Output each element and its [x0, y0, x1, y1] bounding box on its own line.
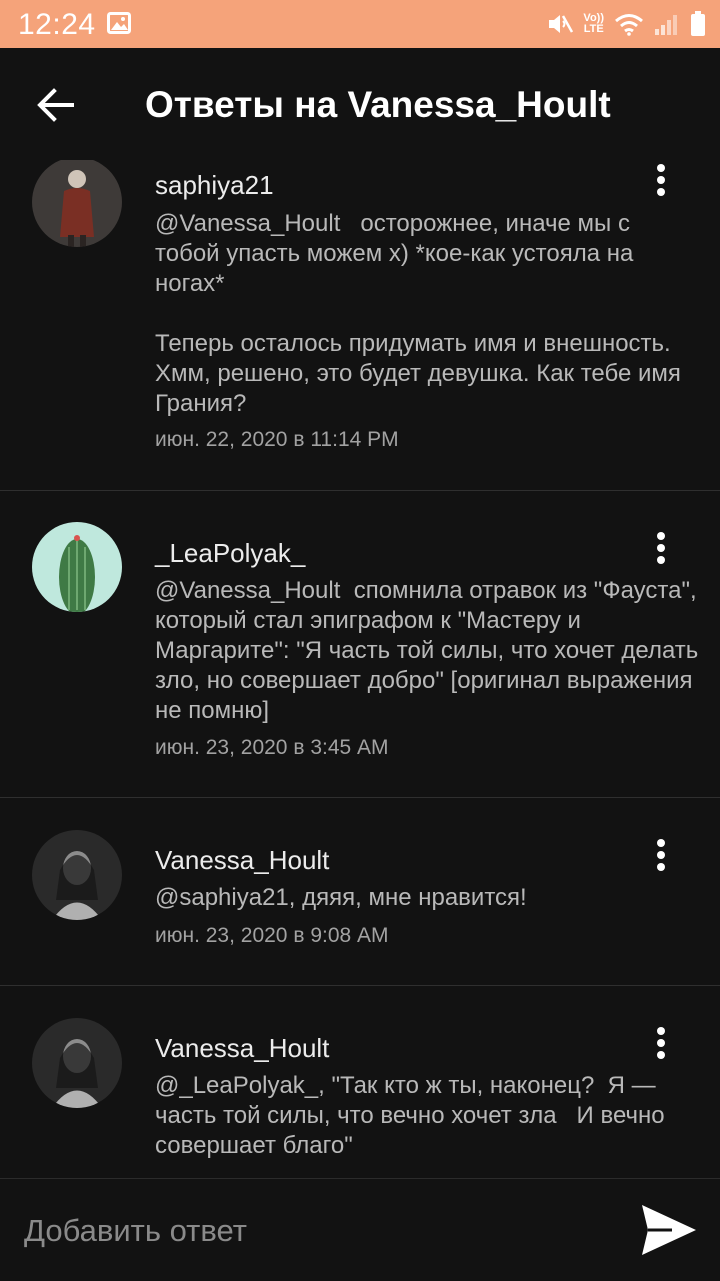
avatar[interactable]: [32, 830, 122, 920]
avatar-image: [32, 160, 122, 247]
more-options-button[interactable]: [646, 835, 678, 875]
comments-list[interactable]: saphiya21 @Vanessa_Hoult осторожнее, ина…: [0, 160, 720, 1178]
avatar-image: [32, 522, 122, 612]
avatar[interactable]: [32, 522, 122, 612]
volte-bottom-label: LTE: [583, 23, 604, 35]
page-title: Ответы на Vanessa_Hoult: [145, 84, 611, 125]
avatar-image: [32, 1018, 122, 1108]
more-options-button[interactable]: [646, 1023, 678, 1063]
more-options-button[interactable]: [646, 160, 678, 200]
comment-date: июн. 22, 2020 в 11:14 PM: [155, 428, 399, 451]
status-bar: 12:24 Vo)) LTE: [0, 0, 720, 48]
comment-date: июн. 23, 2020 в 9:08 AM: [155, 924, 389, 947]
comment-item: _LeaPolyak_ @Vanessa_Hoult спомнила отра…: [0, 490, 720, 798]
arrow-left-icon: [37, 88, 74, 122]
comment-item: Vanessa_Hoult @saphiya21, дяяя, мне нрав…: [0, 797, 720, 986]
send-icon: [642, 1205, 696, 1255]
comment-username[interactable]: Vanessa_Hoult: [155, 845, 329, 876]
comment-text: @saphiya21, дяяя, мне нравится!: [155, 884, 527, 911]
volte-icon: Vo)) LTE: [583, 13, 604, 35]
comment-username[interactable]: saphiya21: [155, 170, 274, 201]
comment-text: @Vanessa_Hoult спомнила отравок из "Фаус…: [155, 577, 705, 724]
back-button[interactable]: [26, 78, 86, 132]
comment-item: saphiya21 @Vanessa_Hoult осторожнее, ина…: [0, 160, 720, 491]
comment-date: июн. 23, 2020 в 3:45 AM: [155, 736, 389, 759]
avatar[interactable]: [32, 160, 122, 247]
status-indicators: Vo)) LTE: [547, 10, 706, 38]
comment-text: @_LeaPolyak_, "Так кто ж ты, наконец? Я …: [155, 1072, 672, 1159]
signal-icon: [655, 15, 677, 35]
more-options-button[interactable]: [646, 528, 678, 568]
send-button[interactable]: [638, 1201, 700, 1259]
comment-text: @Vanessa_Hoult осторожнее, иначе мы с то…: [155, 210, 681, 417]
reply-composer: [0, 1178, 720, 1281]
avatar[interactable]: [32, 1018, 122, 1108]
comment-username[interactable]: _LeaPolyak_: [155, 538, 305, 569]
status-time: 12:24: [18, 8, 96, 41]
comment-item: Vanessa_Hoult @_LeaPolyak_, "Так кто ж т…: [0, 985, 720, 1178]
battery-icon: [691, 11, 705, 36]
image-icon: [107, 12, 131, 34]
wifi-icon: [615, 14, 643, 36]
app-bar: Ответы на Vanessa_Hoult: [0, 48, 720, 160]
mute-icon: [549, 15, 574, 33]
avatar-image: [32, 830, 122, 920]
reply-input[interactable]: [24, 1203, 614, 1259]
comment-username[interactable]: Vanessa_Hoult: [155, 1033, 329, 1064]
